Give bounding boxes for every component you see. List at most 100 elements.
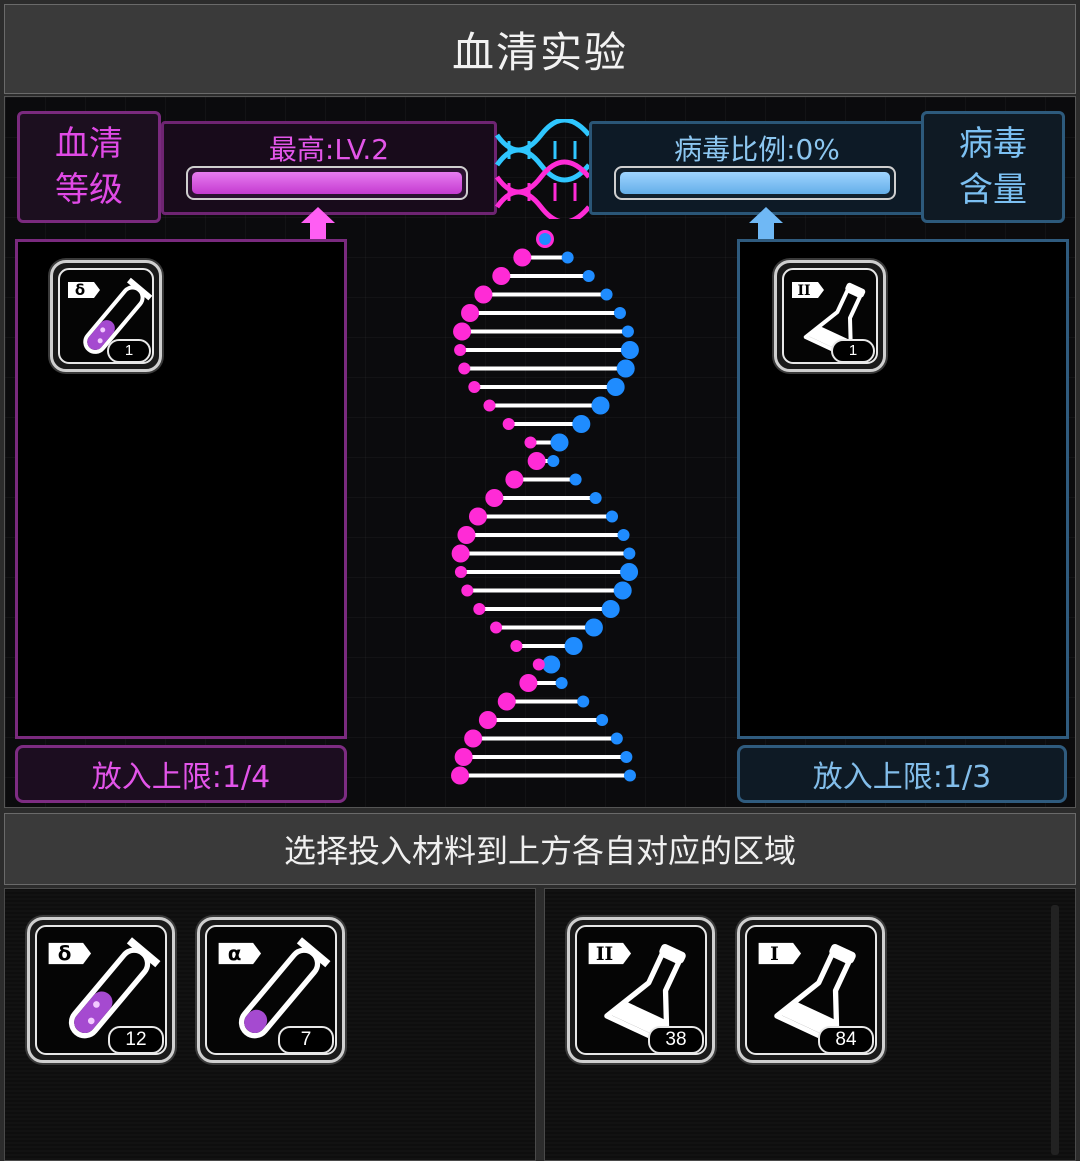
dna-node xyxy=(623,769,636,782)
dna-node xyxy=(561,251,574,264)
dna-node xyxy=(623,547,636,560)
dna-node xyxy=(478,711,497,729)
dna-node xyxy=(473,603,486,615)
dna-node xyxy=(451,544,470,563)
inv-count-i: 84 xyxy=(818,1026,874,1054)
inv-count-alpha: 7 xyxy=(278,1026,334,1054)
dna-node xyxy=(555,677,568,689)
dna-node xyxy=(492,267,511,285)
dna-node xyxy=(577,695,590,708)
dna-node xyxy=(454,748,473,766)
dna-node xyxy=(483,399,496,412)
inventory-item-i[interactable]: I 84 xyxy=(737,917,885,1063)
dna-node xyxy=(461,584,474,597)
virus-limit: 放入上限:1/3 xyxy=(737,745,1067,803)
serum-level-fill xyxy=(192,172,462,194)
serum-label-line2: 等级 xyxy=(55,170,123,210)
dna-node xyxy=(572,415,591,433)
virus-arrow-icon xyxy=(749,207,783,243)
virus-ratio: 病毒比例:0% xyxy=(674,133,840,166)
dna-node xyxy=(461,304,480,322)
dna-node xyxy=(457,526,476,544)
dna-node xyxy=(513,248,532,267)
dna-node xyxy=(519,674,538,692)
inv-count-delta: 12 xyxy=(108,1026,164,1054)
inv-tag-alpha: α xyxy=(228,942,242,965)
dna-node xyxy=(468,507,487,526)
inv-tag-i: I xyxy=(770,944,779,965)
dna-node xyxy=(600,288,613,301)
dna-node xyxy=(454,566,467,578)
instruction-text: 选择投入材料到上方各自对应的区域 xyxy=(4,813,1076,885)
dna-node xyxy=(569,473,582,486)
virus-content-panel: 病毒比例:0% xyxy=(589,121,925,215)
inventory-item-alpha[interactable]: α 7 xyxy=(197,917,345,1063)
dna-connector-icon xyxy=(494,119,591,219)
virus-content-bar xyxy=(614,166,896,200)
dna-node xyxy=(464,729,483,748)
dna-node xyxy=(524,436,537,449)
dna-node xyxy=(454,344,467,356)
serum-drop-area[interactable]: δ 1 xyxy=(15,239,347,739)
dna-node xyxy=(613,307,626,319)
virus-inventory: II 38 I 84 xyxy=(544,888,1076,1161)
dna-node xyxy=(510,640,523,652)
serum-slot-count: 1 xyxy=(107,339,151,363)
dna-node xyxy=(620,341,639,359)
dna-node xyxy=(542,655,561,674)
dna-node xyxy=(617,529,630,541)
dna-node xyxy=(589,492,602,504)
inventory-item-delta[interactable]: δ 12 xyxy=(27,917,175,1063)
serum-inventory: δ 12 α 7 xyxy=(4,888,536,1161)
virus-slot-count: 1 xyxy=(831,339,875,363)
virus-content-fill xyxy=(620,172,890,194)
serum-level-panel: 最高:LV.2 xyxy=(161,121,497,215)
dna-node xyxy=(591,396,610,415)
dna-node xyxy=(490,621,503,634)
dna-node xyxy=(502,418,515,430)
inventory-scrollbar[interactable] xyxy=(1051,905,1059,1155)
serum-level-label: 血清 等级 xyxy=(17,111,161,223)
dna-node xyxy=(485,489,504,507)
inv-tag-ii: II xyxy=(596,944,613,965)
serum-arrow-icon xyxy=(301,207,335,243)
dna-node xyxy=(606,510,619,523)
dna-node xyxy=(620,751,633,763)
dna-node xyxy=(497,692,516,711)
dna-node xyxy=(613,581,632,600)
page-title: 血清实验 xyxy=(4,4,1076,94)
dna-node xyxy=(601,600,620,618)
dna-node xyxy=(550,433,569,452)
dna-node xyxy=(616,359,635,378)
dna-node xyxy=(606,378,625,396)
virus-slot-item[interactable]: II 1 xyxy=(774,260,886,372)
dna-node xyxy=(468,381,481,393)
dna-node xyxy=(458,362,471,375)
serum-max-level: 最高:LV.2 xyxy=(268,133,390,166)
virus-drop-area[interactable]: II 1 xyxy=(737,239,1069,739)
dna-node xyxy=(532,658,545,671)
dna-node xyxy=(582,270,595,282)
virus-content-label: 病毒 含量 xyxy=(921,111,1065,223)
dna-node xyxy=(621,325,634,338)
lab-panel: 血清 等级 最高:LV.2 病毒比例:0% 病毒 含量 δ 1 II 1 放入上… xyxy=(4,96,1076,808)
dna-node xyxy=(539,233,551,245)
dna-node xyxy=(474,285,493,304)
serum-slot-tag: δ xyxy=(75,281,85,299)
dna-node xyxy=(453,322,472,341)
dna-node xyxy=(564,637,583,655)
dna-node xyxy=(584,618,603,637)
virus-label-line2: 含量 xyxy=(959,170,1027,210)
inv-tag-delta: δ xyxy=(58,942,72,965)
virus-label-line1: 病毒 xyxy=(959,124,1027,164)
inventory-item-ii[interactable]: II 38 xyxy=(567,917,715,1063)
dna-helix-icon xyxy=(451,230,639,785)
dna-node xyxy=(451,766,470,785)
serum-slot-item[interactable]: δ 1 xyxy=(50,260,162,372)
serum-limit: 放入上限:1/4 xyxy=(15,745,347,803)
serum-level-bar xyxy=(186,166,468,200)
dna-node xyxy=(505,470,524,489)
inv-count-ii: 38 xyxy=(648,1026,704,1054)
dna-node xyxy=(610,732,623,745)
serum-label-line1: 血清 xyxy=(55,124,123,164)
